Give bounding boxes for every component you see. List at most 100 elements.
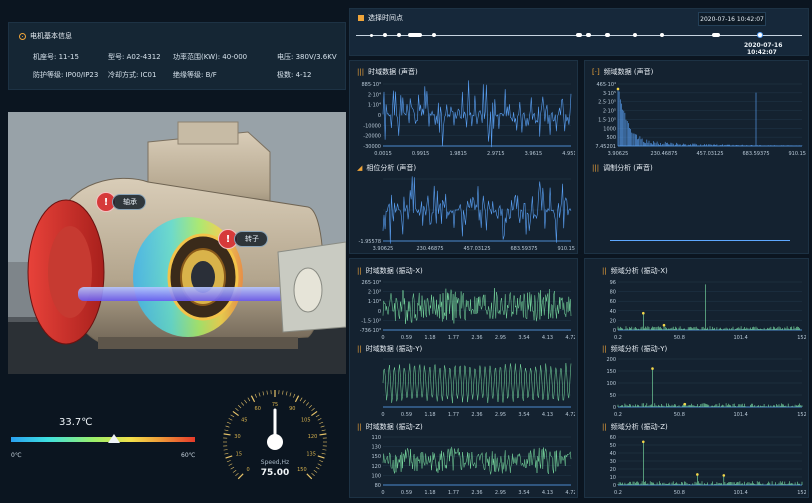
x-tick-label: 0.59 bbox=[401, 490, 412, 496]
demod-baseline bbox=[610, 240, 790, 241]
x-tick-label: 4.72 bbox=[565, 335, 575, 341]
modulation-icon: ||| bbox=[592, 164, 600, 172]
vib-x-time-title: || 时域数据 (振动-X) bbox=[357, 266, 423, 276]
x-tick-label: 1.18 bbox=[424, 412, 435, 418]
x-tick-label: 1.18 bbox=[424, 335, 435, 341]
x-tick-label: 1.77 bbox=[448, 335, 459, 341]
gauge-tick bbox=[320, 425, 325, 428]
timeline-point[interactable] bbox=[660, 33, 664, 37]
vib-y-time-title-text: 时域数据 (振动-Y) bbox=[365, 345, 423, 353]
timeline-point[interactable] bbox=[370, 34, 373, 37]
datetime-display[interactable]: 2020-07-16 10:42:07 bbox=[698, 12, 766, 26]
spectrum-icon: || bbox=[602, 345, 607, 353]
timeline-point[interactable] bbox=[397, 33, 401, 37]
waveform-icon: || bbox=[357, 423, 362, 431]
x-tick-label: 101.4 bbox=[734, 412, 748, 418]
timeline-title: 选择时间点 bbox=[358, 13, 403, 23]
gauge-tick bbox=[315, 414, 320, 418]
y-tick-label: 0 bbox=[378, 309, 381, 315]
y-tick-label: 50 bbox=[610, 393, 616, 399]
gauge-tick bbox=[224, 429, 229, 432]
y-tick-label: 265·10³ bbox=[362, 280, 382, 286]
sound-time-title: ||| 时域数据 (声音) bbox=[357, 67, 418, 77]
x-tick-label: 1.77 bbox=[448, 490, 459, 496]
timeline-selected-point[interactable] bbox=[757, 32, 763, 38]
gauge-tick bbox=[225, 455, 233, 459]
vib-x-freq-chart[interactable]: 96 80 60 40 20 00.2 50.8 101.4 152 bbox=[588, 278, 806, 342]
series-line bbox=[382, 446, 572, 475]
x-tick-label: 0.2 bbox=[614, 490, 622, 496]
timeline-point[interactable] bbox=[633, 33, 637, 37]
y-tick-label: -736·10³ bbox=[360, 328, 381, 334]
y-tick-label: 2·10⁵ bbox=[603, 109, 616, 115]
timeline-point[interactable] bbox=[576, 33, 582, 37]
gauge-tick bbox=[225, 425, 230, 428]
timeline-point[interactable] bbox=[432, 33, 436, 37]
timeline-point[interactable] bbox=[605, 33, 610, 37]
gauge-tick bbox=[241, 402, 245, 406]
x-tick-label: 0.9915 bbox=[412, 151, 430, 157]
motor-3d-view[interactable]: ! 轴承 ! 转子 bbox=[8, 112, 346, 374]
timeline-point[interactable] bbox=[408, 33, 422, 37]
gauge-tick bbox=[294, 395, 300, 403]
x-tick-label: 910.15625 bbox=[788, 151, 806, 157]
vib-x-time-chart[interactable]: 265·10³2·10³1·10³0-1.5·10³-736·10³0 0.59 1… bbox=[353, 278, 575, 342]
x-tick-label: 2.36 bbox=[471, 490, 482, 496]
temperature-value: 33.7℃ bbox=[59, 417, 93, 428]
phase-icon: ◢ bbox=[357, 164, 363, 172]
y-tick-label: 30 bbox=[610, 459, 616, 465]
y-tick-label: 50 bbox=[610, 443, 616, 449]
vib-y-time-title: || 时域数据 (振动-Y) bbox=[357, 344, 422, 354]
gauge-tick bbox=[228, 418, 233, 421]
sound-time-chart[interactable]: 885·10³ 2·10⁴ 1·10⁴ 0 -10000 -20000 -300000.00… bbox=[353, 80, 575, 158]
timeline-point[interactable] bbox=[712, 33, 720, 37]
bearing-alert-badge[interactable]: ! 轴承 bbox=[96, 192, 146, 212]
y-tick-label: 20 bbox=[610, 318, 616, 324]
gauge-tick bbox=[247, 397, 251, 402]
x-tick-label: 2.95 bbox=[495, 490, 506, 496]
vib-y-freq-chart[interactable]: 200 150 100 50 00.2 50.8 101.4 152 bbox=[588, 355, 806, 419]
peak-marker bbox=[616, 87, 620, 91]
x-tick-label: 101.4 bbox=[734, 335, 748, 341]
x-tick-label: 0.0015 bbox=[374, 151, 392, 157]
y-tick-label: 885·10³ bbox=[362, 82, 382, 88]
gauge-tick bbox=[258, 392, 261, 397]
x-tick-label: 3.90625 bbox=[608, 151, 629, 157]
vib-y-time-chart[interactable]: 0 0.59 1.18 1.77 2.36 2.95 3.54 4.13 4.72 bbox=[353, 355, 575, 419]
timeline-point[interactable] bbox=[383, 33, 387, 37]
motor-illustration bbox=[8, 112, 346, 374]
vib-y-freq-title-text: 频域分析 (振动-Y) bbox=[610, 345, 668, 353]
spectrum-icon: || bbox=[602, 423, 607, 431]
gauge-tick-label: 75 bbox=[272, 402, 278, 408]
sound-freq-chart[interactable]: 465·10⁴ 3·10⁵ 2.5·10⁵ 2·10⁵ 1.5·10⁵ 1000 500 7.… bbox=[588, 80, 806, 158]
timeline-point[interactable] bbox=[586, 33, 591, 37]
waveform-icon: ||| bbox=[357, 68, 365, 76]
y-tick-label: 0 bbox=[378, 113, 381, 119]
gauge-tick bbox=[319, 421, 324, 424]
y-tick-label: 120 bbox=[371, 464, 381, 470]
x-tick-label: 101.4 bbox=[734, 490, 748, 496]
x-tick-label: 4.13 bbox=[542, 490, 553, 496]
phase-chart[interactable]: -1.955783.90625 230.46875 457.03125 683.593… bbox=[353, 175, 575, 253]
gauge-tick bbox=[305, 402, 309, 406]
rotor-alert-badge[interactable]: ! 转子 bbox=[218, 229, 268, 249]
vib-x-freq-title: || 频域分析 (振动-X) bbox=[602, 266, 668, 276]
gauge-tick bbox=[235, 408, 239, 412]
vib-z-freq-chart[interactable]: 60 50 40 30 20 10 00.2 50.8 101.4 152 bbox=[588, 433, 806, 497]
y-tick-label: -1.95578 bbox=[359, 239, 381, 245]
peak-marker bbox=[696, 473, 699, 476]
y-tick-label: 10 bbox=[610, 475, 616, 481]
vib-z-time-chart[interactable]: 110 130 150 120 100 800 0.59 1.18 1.77 2.36 2.95 3.… bbox=[353, 433, 575, 497]
x-tick-label: 3.54 bbox=[518, 490, 529, 496]
series-line bbox=[617, 441, 803, 485]
y-tick-label: 2·10³ bbox=[368, 290, 381, 296]
gauge-tick bbox=[254, 393, 257, 398]
timeline-panel: 选择时间点 2020-07-16 10:42:07 2020-07-16 10:… bbox=[349, 8, 809, 56]
series-line bbox=[617, 284, 802, 330]
spec-protection: 防护等级: IP00/IP23 bbox=[33, 71, 99, 79]
spectrum-icon: [·] bbox=[592, 68, 600, 76]
gauge-tick bbox=[319, 433, 327, 436]
spec-power: 功率范围(KW): 40-000 bbox=[173, 53, 248, 61]
series-line bbox=[382, 80, 572, 148]
spec-frame: 机座号: 11-15 bbox=[33, 53, 79, 61]
